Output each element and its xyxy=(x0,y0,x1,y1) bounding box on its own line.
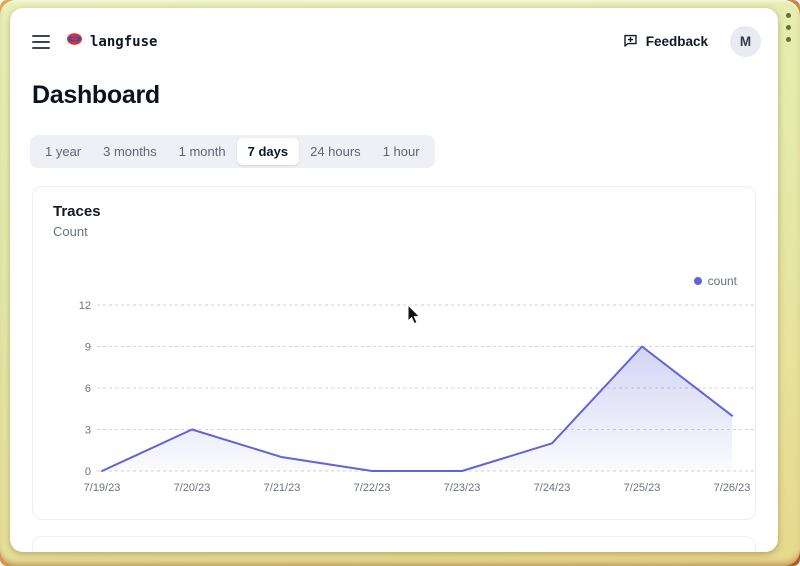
x-axis-tick-label: 7/22/23 xyxy=(354,482,391,494)
top-navigation-bar: langfuse Feedback M xyxy=(10,8,778,57)
traces-card: Traces Count count 0 3 6 9 12 7/19/23 7/20/23 7… xyxy=(32,186,756,520)
legend-label: count xyxy=(708,274,737,288)
feedback-bubble-icon xyxy=(623,33,638,51)
tab-1-year[interactable]: 1 year xyxy=(34,138,92,165)
legend-dot-icon xyxy=(694,277,702,285)
dot-icon xyxy=(786,13,791,18)
card-subtitle: Count xyxy=(33,220,755,239)
y-axis-tick-label: 3 xyxy=(85,425,91,437)
x-axis-tick-label: 7/23/23 xyxy=(444,482,481,494)
y-axis-tick-label: 12 xyxy=(79,300,91,312)
tab-24-hours[interactable]: 24 hours xyxy=(299,138,372,165)
traces-chart[interactable]: 0 3 6 9 12 7/19/23 7/20/23 7/21/23 7/22/23 7/23/2… xyxy=(67,293,767,507)
dot-icon xyxy=(786,37,791,42)
brand-logo[interactable]: langfuse xyxy=(66,32,157,51)
app-window: langfuse Feedback M Dashbo xyxy=(10,8,778,552)
tab-1-month[interactable]: 1 month xyxy=(168,138,237,165)
chart-legend[interactable]: count xyxy=(694,274,737,288)
x-axis-tick-label: 7/20/23 xyxy=(174,482,211,494)
page-title: Dashboard xyxy=(32,81,778,110)
dot-icon xyxy=(786,25,791,30)
x-axis-tick-label: 7/21/23 xyxy=(264,482,301,494)
area-fill xyxy=(102,347,732,472)
brand-name: langfuse xyxy=(90,34,157,50)
card-title: Traces xyxy=(33,187,755,220)
y-axis-tick-label: 6 xyxy=(85,383,91,395)
x-axis-tick-label: 7/26/23 xyxy=(714,482,751,494)
topbar-right: Feedback M xyxy=(623,26,764,57)
avatar-initial: M xyxy=(740,34,751,49)
hamburger-menu-icon[interactable] xyxy=(32,35,50,49)
gif-frame: langfuse Feedback M Dashbo xyxy=(0,0,800,566)
time-range-tabs: 1 year 3 months 1 month 7 days 24 hours … xyxy=(30,135,435,168)
x-axis-tick-label: 7/25/23 xyxy=(624,482,661,494)
y-axis-tick-label: 0 xyxy=(85,466,91,478)
next-card-peek xyxy=(32,536,756,552)
knot-logo-icon xyxy=(66,32,83,51)
feedback-button[interactable]: Feedback xyxy=(623,33,708,51)
x-axis-tick-label: 7/24/23 xyxy=(534,482,571,494)
frame-drag-dots[interactable] xyxy=(786,13,791,42)
tab-3-months[interactable]: 3 months xyxy=(92,138,167,165)
tab-1-hour[interactable]: 1 hour xyxy=(372,138,431,165)
user-avatar[interactable]: M xyxy=(730,26,761,57)
y-axis-tick-label: 9 xyxy=(85,342,91,354)
tab-7-days[interactable]: 7 days xyxy=(237,138,299,165)
feedback-label: Feedback xyxy=(646,34,708,49)
topbar-left: langfuse xyxy=(32,32,157,51)
x-axis-tick-label: 7/19/23 xyxy=(84,482,121,494)
